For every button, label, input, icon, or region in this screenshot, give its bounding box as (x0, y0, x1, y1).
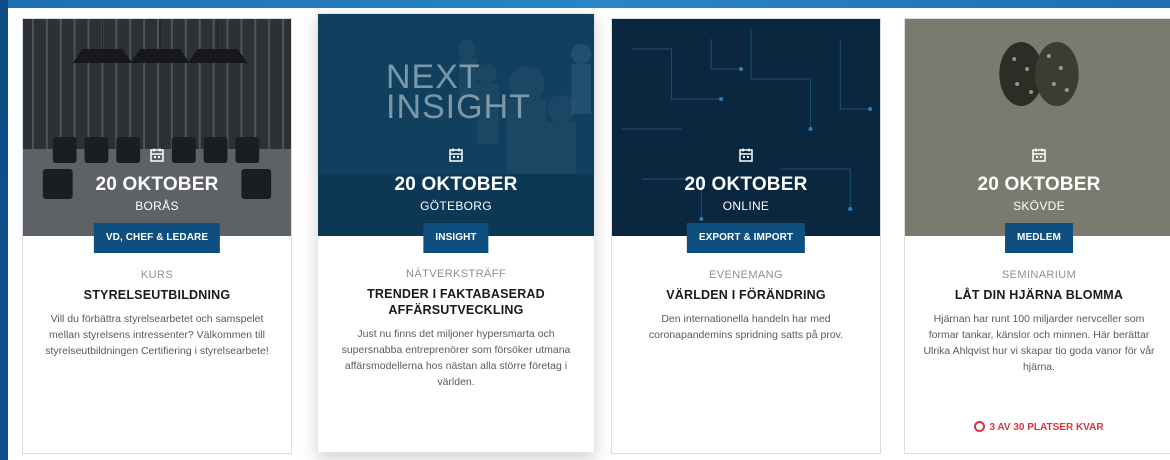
event-description: Just nu finns det miljoner hypersmarta o… (341, 328, 571, 388)
event-type: EVENEMANG (709, 269, 783, 281)
event-card-varlden[interactable]: 20 OKTOBER ONLINE EXPORT & IMPORT EVENEM… (611, 18, 881, 454)
category-tag[interactable]: MEDLEM (1005, 223, 1073, 253)
event-city: GÖTEBORG (420, 199, 492, 213)
seats-ring-icon (974, 421, 986, 432)
event-description: Hjärnan har runt 100 miljarder nervcelle… (923, 313, 1155, 373)
category-tag[interactable]: EXPORT & IMPORT (686, 223, 806, 253)
event-date: 20 OKTOBER (394, 174, 518, 195)
calendar-icon (150, 148, 164, 162)
calendar-icon (739, 148, 753, 162)
event-hero-image: NEXT INSIGHT 20 OKTOBER GÖTEBORG (318, 14, 594, 236)
event-card-trender[interactable]: NEXT INSIGHT 20 OKTOBER GÖTEBORG INSIGHT… (317, 13, 595, 453)
seats-remaining: 3 AV 30 PLATSER KVAR (905, 421, 1170, 433)
event-date-block: 20 OKTOBER GÖTEBORG (318, 147, 594, 213)
top-banner-strip (8, 0, 1170, 8)
event-title[interactable]: VÄRLDEN I FÖRÄNDRING (626, 287, 866, 303)
event-title[interactable]: TRENDER I FAKTABASERAD AFFÄRSUTVECKLING (332, 286, 580, 318)
event-card-hjarna[interactable]: 20 OKTOBER SKÖVDE MEDLEM SEMINARIUM LÅT … (904, 18, 1170, 454)
event-date-block: 20 OKTOBER SKÖVDE (905, 147, 1170, 213)
category-tag[interactable]: INSIGHT (423, 223, 489, 253)
event-date-block: 20 OKTOBER BORÅS (23, 147, 291, 213)
event-description: Vill du förbättra styrelsearbetet och sa… (45, 313, 269, 357)
calendar-icon (1032, 148, 1046, 162)
event-date-block: 20 OKTOBER ONLINE (612, 147, 880, 213)
event-hero-image: 20 OKTOBER SKÖVDE (905, 19, 1170, 236)
event-hero-image: 20 OKTOBER BORÅS (23, 19, 291, 236)
next-insight-logo: NEXT INSIGHT (386, 58, 531, 126)
event-type: NÄTVERKSTRÄFF (406, 268, 506, 280)
event-title[interactable]: STYRELSEUTBILDNING (37, 287, 277, 303)
event-description: Den internationella handeln har med coro… (648, 313, 844, 341)
event-city: SKÖVDE (1013, 199, 1065, 213)
event-title[interactable]: LÅT DIN HJÄRNA BLOMMA (919, 287, 1159, 303)
event-date: 20 OKTOBER (977, 174, 1101, 195)
event-city: BORÅS (135, 199, 179, 213)
event-type: KURS (140, 269, 174, 281)
event-date: 20 OKTOBER (95, 174, 219, 195)
calendar-icon (449, 148, 463, 162)
event-card-styrelseutbildning[interactable]: 20 OKTOBER BORÅS VD, CHEF & LEDARE KURS … (22, 18, 292, 454)
event-hero-image: 20 OKTOBER ONLINE (612, 19, 880, 236)
event-type: SEMINARIUM (1001, 269, 1077, 281)
category-tag[interactable]: VD, CHEF & LEDARE (93, 223, 221, 253)
event-city: ONLINE (722, 199, 770, 213)
event-date: 20 OKTOBER (684, 174, 808, 195)
